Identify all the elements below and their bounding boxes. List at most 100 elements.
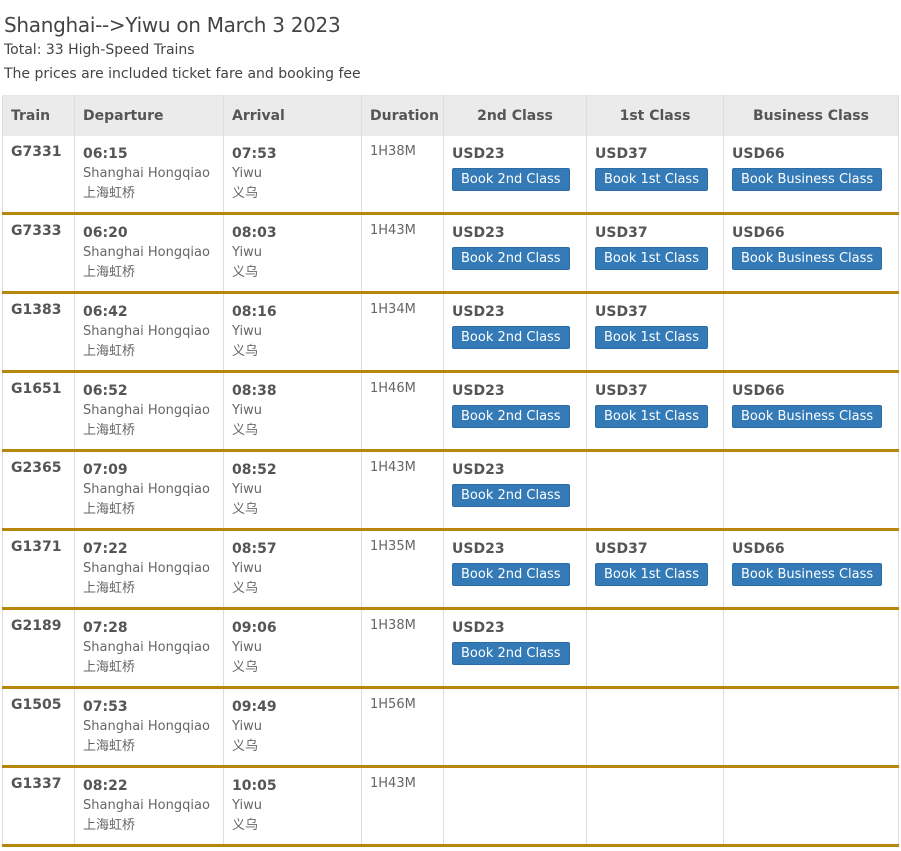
departure-time: 07:53 xyxy=(83,699,128,715)
price-2nd-class: USD23 xyxy=(452,146,505,162)
arrival-cell: 08:03 Yiwu 义乌 xyxy=(223,213,362,294)
table-body: G7331 06:15 Shanghai Hongqiao 上海虹桥 07:53 Yiwu… xyxy=(2,136,899,847)
fare-cell-2nd-class: USD23 Book 2nd Class xyxy=(443,136,587,215)
departure-cell: 06:52 Shanghai Hongqiao 上海虹桥 xyxy=(74,371,224,452)
table-row: G1371 07:22 Shanghai Hongqiao 上海虹桥 08:57 Yiwu… xyxy=(2,529,899,610)
departure-cell: 08:22 Shanghai Hongqiao 上海虹桥 xyxy=(74,766,224,847)
train-schedule-table: Train Departure Arrival Duration 2nd Cla… xyxy=(2,95,899,847)
arrival-time: 08:57 xyxy=(232,541,277,557)
book-1st-class-button[interactable]: Book 1st Class xyxy=(595,563,708,586)
book-1st-class-button[interactable]: Book 1st Class xyxy=(595,326,708,349)
book-2nd-class-button[interactable]: Book 2nd Class xyxy=(452,405,570,428)
train-number: G2189 xyxy=(11,618,62,634)
book-1st-class-button[interactable]: Book 1st Class xyxy=(595,247,708,270)
page-title: Shanghai-->Yiwu on March 3 2023 xyxy=(4,13,341,37)
fare-cell-1st-class: USD37 Book 1st Class xyxy=(586,136,724,215)
departure-station: Shanghai Hongqiao xyxy=(83,719,210,734)
duration: 1H43M xyxy=(370,223,416,238)
duration-cell: 1H43M xyxy=(361,766,444,847)
book-2nd-class-button[interactable]: Book 2nd Class xyxy=(452,484,570,507)
fare-cell-business-class-empty xyxy=(723,450,899,531)
arrival-station: Yiwu xyxy=(232,640,262,655)
duration-cell: 1H38M xyxy=(361,608,444,689)
arrival-time: 09:06 xyxy=(232,620,277,636)
column-header-1st-class: 1st Class xyxy=(586,95,724,136)
train-number: G1371 xyxy=(11,539,62,555)
arrival-time: 08:52 xyxy=(232,462,277,478)
book-business-class-button[interactable]: Book Business Class xyxy=(732,168,883,191)
duration: 1H56M xyxy=(370,697,416,712)
book-2nd-class-button[interactable]: Book 2nd Class xyxy=(452,247,570,270)
arrival-station: Yiwu xyxy=(232,166,262,181)
book-2nd-class-button[interactable]: Book 2nd Class xyxy=(452,563,570,586)
train-number: G1651 xyxy=(11,381,62,397)
departure-station-cn: 上海虹桥 xyxy=(83,818,136,833)
departure-station: Shanghai Hongqiao xyxy=(83,640,210,655)
arrival-cell: 09:06 Yiwu 义乌 xyxy=(223,608,362,689)
duration-cell: 1H43M xyxy=(361,213,444,294)
book-2nd-class-button[interactable]: Book 2nd Class xyxy=(452,168,570,191)
book-1st-class-button[interactable]: Book 1st Class xyxy=(595,405,708,428)
train-number: G1505 xyxy=(11,697,62,713)
departure-time: 07:22 xyxy=(83,541,128,557)
fare-cell-business-class-empty xyxy=(723,766,899,847)
price-1st-class: USD37 xyxy=(595,146,648,162)
duration: 1H34M xyxy=(370,302,416,317)
fare-cell-1st-class-empty xyxy=(586,766,724,847)
duration: 1H38M xyxy=(370,144,416,159)
train-cell: G7333 xyxy=(2,213,75,294)
departure-station-cn: 上海虹桥 xyxy=(83,186,136,201)
price-2nd-class: USD23 xyxy=(452,541,505,557)
departure-station: Shanghai Hongqiao xyxy=(83,166,210,181)
book-2nd-class-button[interactable]: Book 2nd Class xyxy=(452,642,570,665)
price-2nd-class: USD23 xyxy=(452,462,505,478)
arrival-cell: 08:38 Yiwu 义乌 xyxy=(223,371,362,452)
arrival-station-cn: 义乌 xyxy=(232,818,259,833)
departure-cell: 07:22 Shanghai Hongqiao 上海虹桥 xyxy=(74,529,224,610)
train-number: G1337 xyxy=(11,776,62,792)
book-1st-class-button[interactable]: Book 1st Class xyxy=(595,168,708,191)
book-business-class-button[interactable]: Book Business Class xyxy=(732,563,883,586)
arrival-station: Yiwu xyxy=(232,482,262,497)
arrival-cell: 10:05 Yiwu 义乌 xyxy=(223,766,362,847)
departure-station-cn: 上海虹桥 xyxy=(83,344,136,359)
price-note: The prices are included ticket fare and … xyxy=(4,66,361,82)
departure-cell: 06:15 Shanghai Hongqiao 上海虹桥 xyxy=(74,136,224,215)
table-row: G1651 06:52 Shanghai Hongqiao 上海虹桥 08:38 Yiwu… xyxy=(2,371,899,452)
column-header-departure: Departure xyxy=(74,95,224,136)
fare-cell-1st-class: USD37 Book 1st Class xyxy=(586,213,724,294)
duration-cell: 1H46M xyxy=(361,371,444,452)
arrival-station: Yiwu xyxy=(232,798,262,813)
departure-cell: 06:42 Shanghai Hongqiao 上海虹桥 xyxy=(74,292,224,373)
train-cell: G2189 xyxy=(2,608,75,689)
fare-cell-business-class: USD66 Book Business Class xyxy=(723,529,899,610)
book-business-class-button[interactable]: Book Business Class xyxy=(732,247,883,270)
arrival-cell: 08:52 Yiwu 义乌 xyxy=(223,450,362,531)
price-2nd-class: USD23 xyxy=(452,304,505,320)
train-number: G7331 xyxy=(11,144,62,160)
table-row: G2189 07:28 Shanghai Hongqiao 上海虹桥 09:06 Yiwu… xyxy=(2,608,899,689)
book-2nd-class-button[interactable]: Book 2nd Class xyxy=(452,326,570,349)
departure-cell: 07:09 Shanghai Hongqiao 上海虹桥 xyxy=(74,450,224,531)
departure-time: 06:42 xyxy=(83,304,128,320)
arrival-station-cn: 义乌 xyxy=(232,344,259,359)
departure-time: 06:20 xyxy=(83,225,128,241)
departure-time: 07:09 xyxy=(83,462,128,478)
book-business-class-button[interactable]: Book Business Class xyxy=(732,405,883,428)
price-business-class: USD66 xyxy=(732,541,785,557)
departure-time: 07:28 xyxy=(83,620,128,636)
fare-cell-2nd-class: USD23 Book 2nd Class xyxy=(443,529,587,610)
arrival-station-cn: 义乌 xyxy=(232,423,259,438)
fare-cell-2nd-class: USD23 Book 2nd Class xyxy=(443,608,587,689)
train-cell: G1505 xyxy=(2,687,75,768)
fare-cell-2nd-class: USD23 Book 2nd Class xyxy=(443,292,587,373)
departure-station-cn: 上海虹桥 xyxy=(83,423,136,438)
price-business-class: USD66 xyxy=(732,225,785,241)
table-header-row: Train Departure Arrival Duration 2nd Cla… xyxy=(2,95,899,136)
arrival-station: Yiwu xyxy=(232,719,262,734)
train-cell: G2365 xyxy=(2,450,75,531)
fare-cell-1st-class: USD37 Book 1st Class xyxy=(586,529,724,610)
train-cell: G1371 xyxy=(2,529,75,610)
column-header-arrival: Arrival xyxy=(223,95,362,136)
price-2nd-class: USD23 xyxy=(452,383,505,399)
